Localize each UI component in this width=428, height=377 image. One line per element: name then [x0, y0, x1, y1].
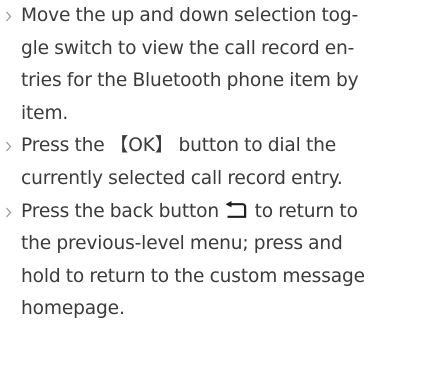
instruction-1-line-3: tries for the Bluetooth phone item by — [21, 70, 359, 92]
instruction-1-line-4: item. — [21, 102, 69, 124]
instruction-3-text-after-icon: to return to — [254, 200, 358, 222]
instruction-3-text-before-icon: Press the back button — [21, 200, 220, 222]
chevron-right-icon — [2, 196, 16, 229]
instruction-list: Move the up and down selection tog- gle … — [0, 0, 428, 326]
chevron-right-icon — [2, 0, 16, 33]
instruction-3-line-1: Press the back button to return to — [21, 196, 422, 229]
chevron-right-icon — [2, 130, 16, 163]
instruction-2-line-1: Press the 【OK】 button to dial the — [21, 135, 337, 157]
back-return-icon — [225, 200, 247, 220]
instruction-1-line-1: Move the up and down selection tog- — [21, 5, 359, 26]
instruction-3-line-4: homepage. — [21, 298, 125, 320]
instruction-3-line-3: hold to return to the custom message — [21, 265, 365, 287]
instruction-3-line-2: the previous-level menu; press and — [21, 233, 343, 255]
instruction-1-line-2: gle switch to view the call record en- — [21, 37, 355, 59]
instruction-item-2: Press the 【OK】 button to dial the curren… — [0, 130, 428, 195]
instruction-item-3: Press the back button to return to the p… — [0, 196, 428, 326]
instruction-item-1: Move the up and down selection tog- gle … — [0, 0, 428, 130]
instruction-2-line-2: currently selected call record entry. — [21, 167, 343, 189]
